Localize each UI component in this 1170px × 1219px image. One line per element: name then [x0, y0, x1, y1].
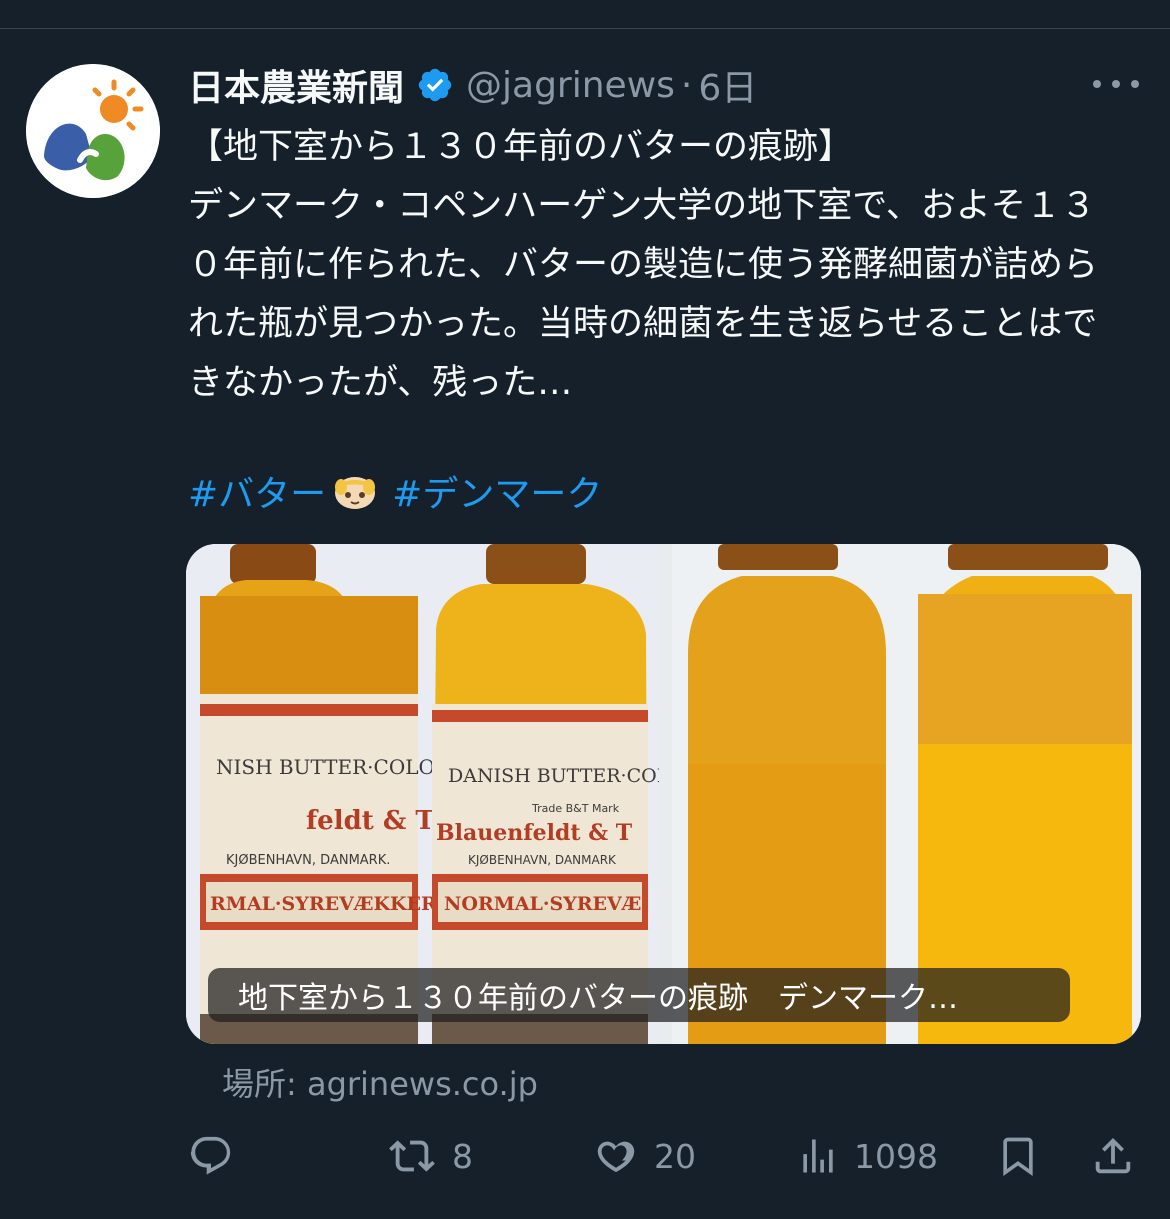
- more-dot-icon: [1112, 80, 1120, 88]
- left-bottle-city: KJØBENHAVN, DANMARK.: [226, 853, 390, 868]
- more-dot-icon: [1131, 80, 1139, 88]
- more-options-button[interactable]: [1093, 70, 1139, 98]
- display-name[interactable]: 日本農業新聞: [188, 59, 404, 111]
- hashtag-denmark[interactable]: #デンマーク: [392, 465, 602, 517]
- retweet-button[interactable]: 8: [386, 1130, 473, 1182]
- like-button[interactable]: 20: [592, 1130, 696, 1182]
- like-count: 20: [654, 1136, 696, 1176]
- agrinews-logo-icon: [26, 64, 160, 198]
- right-bottle-product: NORMAL·SYREVÆ: [444, 893, 641, 915]
- butter-hashtag-emoji-icon: [335, 477, 376, 509]
- retweet-count: 8: [452, 1136, 473, 1176]
- card-source[interactable]: 場所: agrinews.co.jp: [222, 1060, 538, 1104]
- heart-icon: [597, 1141, 635, 1173]
- reply-button[interactable]: [188, 1130, 248, 1182]
- reply-icon: [190, 1136, 231, 1175]
- hashtag-row: #バター #デンマーク: [188, 463, 602, 519]
- left-bottle-product: RMAL·SYREVÆKKER: [210, 893, 437, 915]
- bookmark-button[interactable]: [996, 1130, 1040, 1182]
- separator-dot: ·: [680, 64, 693, 106]
- hashtag-butter[interactable]: #バター: [188, 465, 326, 517]
- tweet-header: 日本農業新聞 @jagrinews · 6日: [188, 60, 757, 110]
- tweet-text: 【地下室から１３０年前のバターの痕跡】 デンマーク・コペンハーゲン大学の地下室で…: [188, 127, 1099, 403]
- share-icon: [1095, 1137, 1131, 1174]
- more-dot-icon: [1093, 80, 1101, 88]
- retweet-icon: [389, 1140, 435, 1172]
- avatar[interactable]: [26, 64, 160, 198]
- view-count: 1098: [854, 1136, 938, 1176]
- views-chart-icon: [803, 1139, 833, 1173]
- share-button[interactable]: [1090, 1130, 1136, 1182]
- trade-mark-text: Trade B&T Mark: [531, 802, 620, 815]
- link-card[interactable]: NISH BUTTER·COLOUR C° feldt & Tvede KJØB…: [186, 544, 1141, 1044]
- right-bottle-maker: Blauenfeldt & T: [436, 820, 633, 846]
- right-bottle-city: KJØBENHAVN, DANMARK: [468, 853, 617, 867]
- card-caption: 地下室から１３０年前のバターの痕跡 デンマーク…: [208, 968, 1070, 1022]
- views-button[interactable]: 1098: [796, 1130, 938, 1182]
- verified-badge-icon: [418, 68, 452, 102]
- bookmark-icon: [1003, 1137, 1033, 1177]
- user-handle[interactable]: @jagrinews: [466, 65, 675, 106]
- top-divider: [0, 0, 1170, 29]
- right-bottle-brand: DANISH BUTTER·COLO: [448, 765, 659, 787]
- tweet-timestamp[interactable]: 6日: [698, 59, 757, 111]
